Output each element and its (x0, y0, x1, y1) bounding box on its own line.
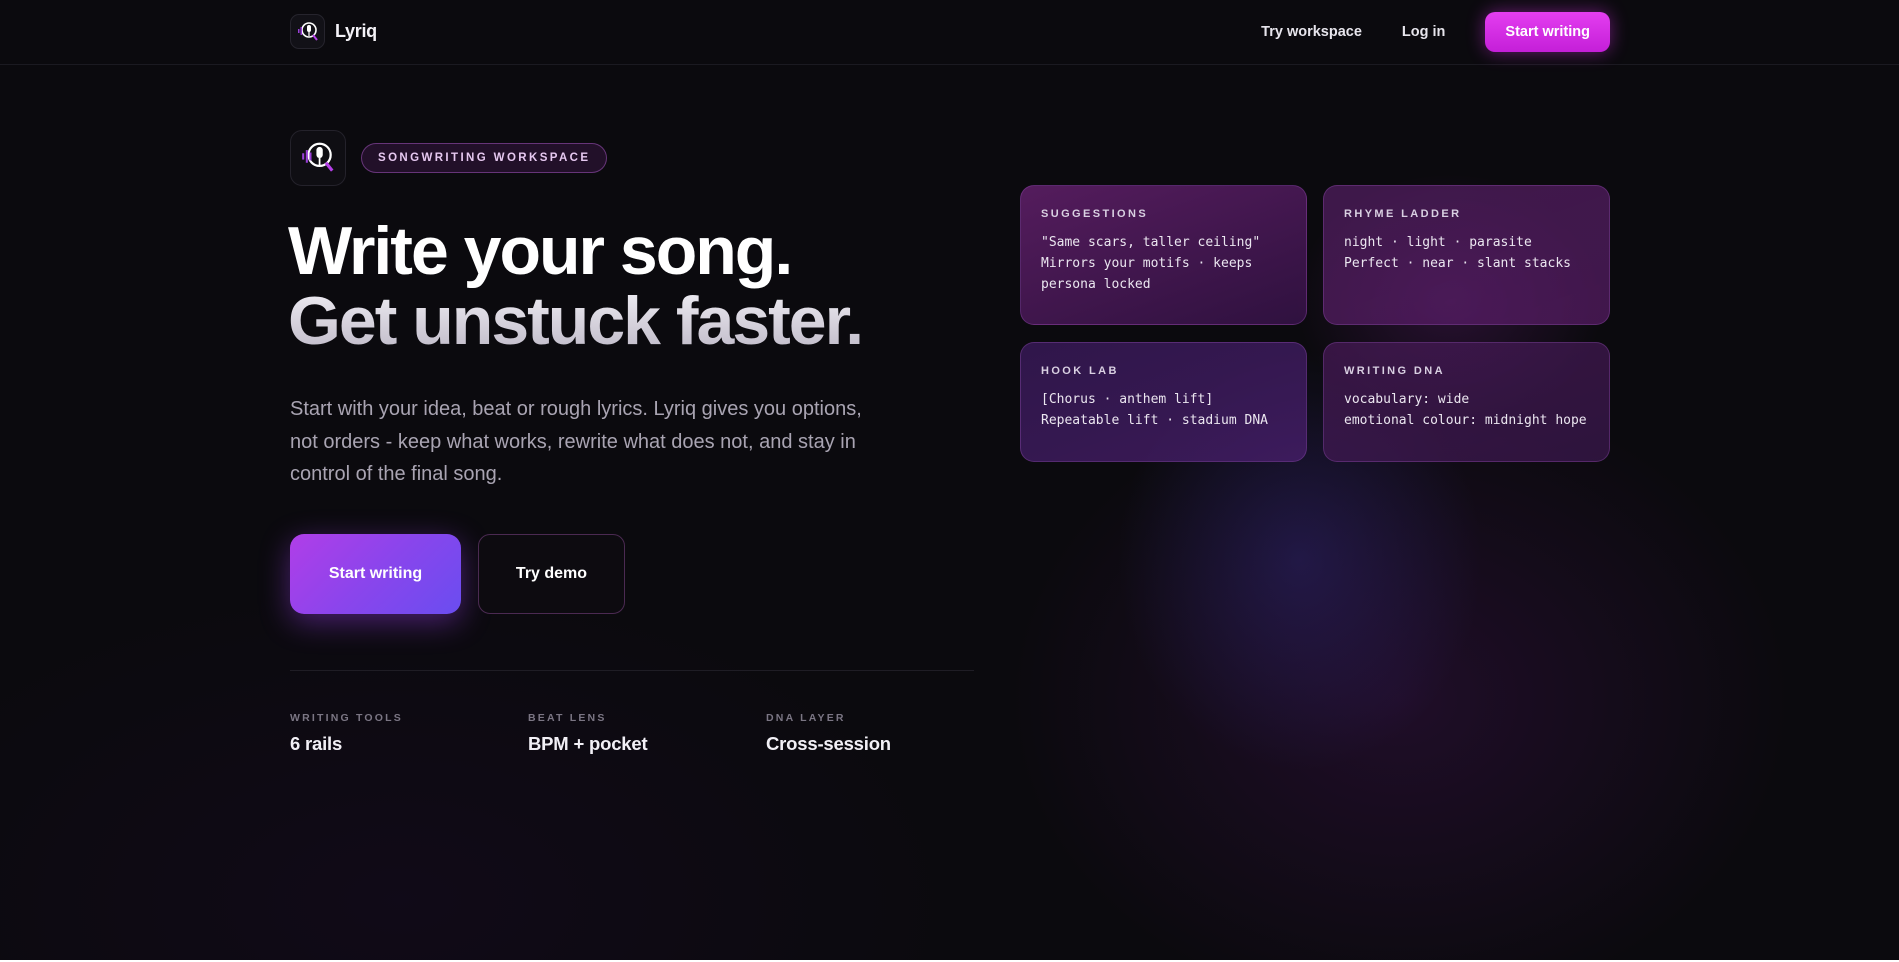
card-line: Perfect · near · slant stacks (1344, 256, 1571, 271)
microphone-logo-icon (290, 14, 325, 49)
card-writing-dna: WRITING DNA vocabulary: wide emotional c… (1323, 342, 1610, 462)
stats-divider (290, 670, 974, 671)
stat-label: BEAT LENS (528, 712, 607, 724)
card-line: night · light · parasite (1344, 235, 1532, 250)
nav-try-workspace-link[interactable]: Try workspace (1261, 24, 1362, 40)
card-line: emotional colour: midnight hope (1344, 413, 1587, 428)
stat-dna-layer: DNA LAYER Cross-session (766, 712, 891, 755)
card-line: "Same scars, taller ceiling" (1041, 235, 1261, 250)
stat-value: Cross-session (766, 733, 891, 754)
card-line: vocabulary: wide (1344, 392, 1470, 407)
hero-badge: SONGWRITING WORKSPACE (361, 143, 608, 173)
nav-links: Try workspace Log in Start writing (1261, 12, 1610, 52)
stat-writing-tools: WRITING TOOLS 6 rails (290, 712, 403, 755)
headline-line-2: Get unstuck faster. (288, 283, 864, 359)
start-writing-button[interactable]: Start writing (290, 534, 461, 614)
hero-headline: Write your song. Get unstuck faster. (288, 213, 864, 359)
hero-description: Start with your idea, beat or rough lyri… (290, 398, 862, 485)
card-rhyme-ladder: RHYME LADDER night · light · parasite Pe… (1323, 185, 1610, 325)
card-title: WRITING DNA (1344, 365, 1445, 377)
nav-login-link[interactable]: Log in (1402, 24, 1446, 40)
card-title: RHYME LADDER (1344, 208, 1462, 220)
card-line: [Chorus · anthem lift] (1041, 392, 1214, 407)
stat-label: WRITING TOOLS (290, 712, 403, 724)
brand-name: Lyriq (335, 21, 377, 41)
background-glow (0, 0, 1899, 962)
top-nav: Lyriq Try workspace Log in Start writing (0, 0, 1899, 65)
card-title: HOOK LAB (1041, 365, 1119, 377)
card-suggestions: SUGGESTIONS "Same scars, taller ceiling"… (1020, 185, 1307, 325)
microphone-logo-icon (290, 130, 346, 186)
card-line: Mirrors your motifs · keeps (1041, 256, 1253, 271)
stat-value: BPM + pocket (528, 733, 648, 754)
nav-start-writing-button[interactable]: Start writing (1485, 12, 1610, 52)
stat-label: DNA LAYER (766, 712, 846, 724)
stat-beat-lens: BEAT LENS BPM + pocket (528, 712, 648, 755)
card-hook-lab: HOOK LAB [Chorus · anthem lift] Repeatab… (1020, 342, 1307, 462)
try-demo-button[interactable]: Try demo (478, 534, 625, 614)
card-line: persona locked (1041, 277, 1151, 292)
stat-value: 6 rails (290, 733, 343, 754)
brand[interactable]: Lyriq (290, 14, 377, 49)
card-title: SUGGESTIONS (1041, 208, 1149, 220)
card-line: Repeatable lift · stadium DNA (1041, 413, 1268, 428)
headline-line-1: Write your song. (288, 213, 793, 289)
hero-badge-row: SONGWRITING WORKSPACE (290, 130, 608, 186)
